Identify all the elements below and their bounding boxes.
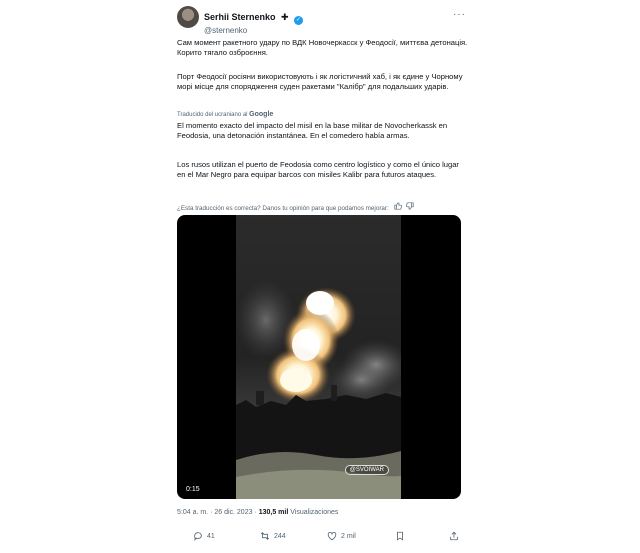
thumbs-up-icon[interactable] [393,202,404,212]
tweet-meta: 5:04 a. m. · 26 dic. 2023 · 130,5 mil Vi… [177,509,338,516]
tweet-header: Serhii Sternenko ✚ ✓ @sternenko ··· [177,6,468,35]
reply-icon [194,532,202,541]
thumbs-down-icon[interactable] [406,202,415,212]
translation-label: Traducido del ucraniano al [177,112,248,118]
views-count: 130,5 mil [258,509,289,516]
video-frame [236,215,411,499]
author-name[interactable]: Serhii Sternenko [204,12,276,22]
plus-badge-icon: ✚ [280,12,289,22]
bookmark-icon [397,531,403,541]
video-watermark: @SVOIWAR [344,465,389,475]
share-button[interactable] [449,531,459,541]
tweet-text-translated-1: El momento exacto del impacto del misil … [177,121,448,140]
repost-icon [260,532,270,540]
verified-badge-icon: ✓ [293,16,303,25]
repost-button[interactable]: 244 [260,531,286,541]
tweet-text-original-1: Сам момент ракетного удару по ВДК Новоче… [177,38,468,57]
feedback-question: ¿Esta traducción es correcta? Danos tu o… [177,205,389,212]
like-count: 2 mil [341,532,356,540]
like-button[interactable]: 2 mil [327,531,356,541]
google-logo[interactable]: Google [249,111,273,118]
translation-feedback: ¿Esta traducción es correcta? Danos tu o… [177,202,415,212]
tweet-text-original-2: Порт Феодосії росіяни використовують і я… [177,72,463,91]
reply-count: 41 [207,532,215,540]
video-player[interactable]: @SVOIWAR 0:15 [177,215,461,499]
action-bar: 41 244 2 mil [177,531,467,545]
heart-icon [327,532,337,541]
tweet-card: Serhii Sternenko ✚ ✓ @sternenko ··· Сам … [163,0,476,553]
reply-button[interactable]: 41 [193,531,215,541]
video-thumbnail [236,280,411,499]
views-label: Visualizaciones [290,509,339,516]
repost-count: 244 [274,532,286,540]
author-handle[interactable]: @sternenko [204,26,303,35]
bookmark-button[interactable] [395,531,405,541]
author-block: Serhii Sternenko ✚ ✓ @sternenko [204,7,303,35]
avatar[interactable] [177,6,199,28]
tweet-text-translated-2: Los rusos utilizan el puerto de Feodosia… [177,160,459,179]
video-duration: 0:15 [186,486,200,493]
tweet-timestamp[interactable]: 5:04 a. m. · 26 dic. 2023 · [177,509,257,516]
translation-attribution: Traducido del ucraniano al Google [177,111,273,118]
more-horizontal-icon[interactable]: ··· [453,9,466,20]
share-icon [450,531,458,541]
